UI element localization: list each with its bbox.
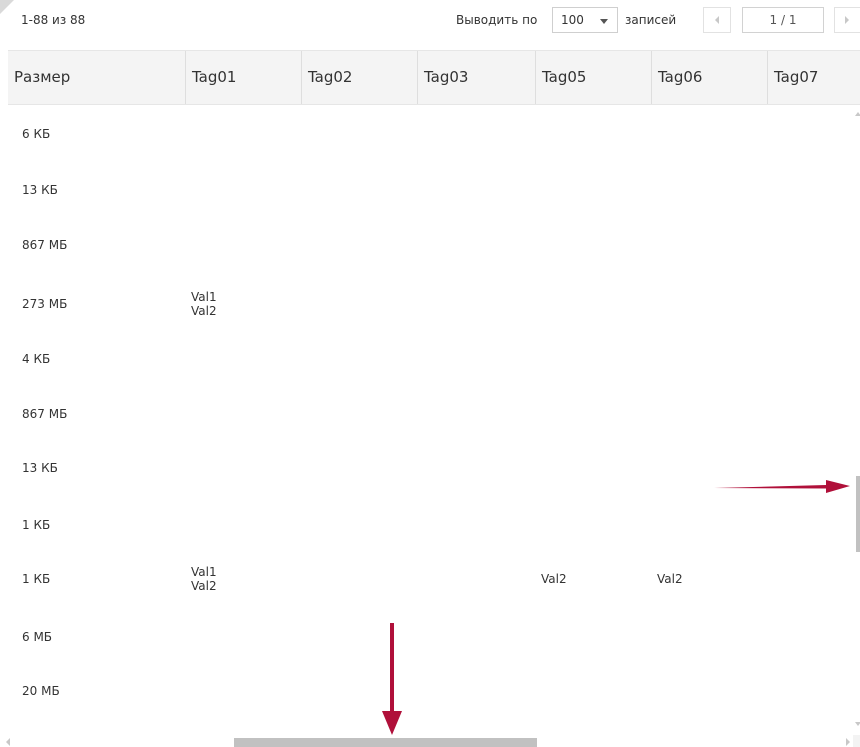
column-header-tag01[interactable]: Tag01 bbox=[186, 51, 302, 104]
chevron-down-icon bbox=[600, 19, 608, 24]
page-number-field[interactable]: 1 / 1 bbox=[742, 7, 824, 33]
scroll-right-arrow-icon[interactable] bbox=[846, 738, 850, 746]
arrow-down-icon bbox=[382, 623, 402, 735]
table-row[interactable]: 1 КБ Val1 Val2 Val2 Val2 bbox=[8, 550, 853, 608]
tag01-cell: Val1 Val2 bbox=[191, 565, 217, 593]
records-label: записей bbox=[625, 13, 677, 27]
table-row[interactable]: 20 МБ bbox=[8, 662, 853, 720]
size-cell: 13 КБ bbox=[22, 461, 58, 475]
scrollbar-corner bbox=[853, 735, 860, 747]
chevron-right-icon bbox=[845, 16, 849, 24]
table-row[interactable]: 13 КБ bbox=[8, 161, 853, 219]
tag05-cell: Val2 bbox=[541, 572, 567, 586]
pager-prev-button[interactable] bbox=[703, 7, 731, 33]
scroll-down-arrow-icon[interactable] bbox=[855, 722, 860, 726]
column-header-tag03[interactable]: Tag03 bbox=[418, 51, 536, 104]
horizontal-scrollbar-thumb[interactable] bbox=[234, 738, 537, 747]
table-row[interactable]: 867 МБ bbox=[8, 216, 853, 274]
scroll-left-arrow-icon[interactable] bbox=[6, 738, 10, 746]
size-cell: 867 МБ bbox=[22, 238, 68, 252]
table-row[interactable]: 867 МБ bbox=[8, 385, 853, 443]
table-row[interactable]: 6 КБ bbox=[8, 105, 853, 163]
scroll-up-arrow-icon[interactable] bbox=[855, 112, 860, 116]
column-header-tag05[interactable]: Tag05 bbox=[536, 51, 652, 104]
tag06-cell: Val2 bbox=[657, 572, 683, 586]
size-cell: 6 КБ bbox=[22, 127, 51, 141]
size-cell: 20 МБ bbox=[22, 684, 60, 698]
size-cell: 6 МБ bbox=[22, 630, 53, 644]
arrow-right-icon bbox=[714, 480, 850, 493]
size-cell: 4 КБ bbox=[22, 352, 51, 366]
size-cell: 1 КБ bbox=[22, 518, 51, 532]
size-cell: 13 КБ bbox=[22, 183, 58, 197]
tag01-cell: Val1 Val2 bbox=[191, 290, 217, 318]
table-row[interactable]: 273 МБ Val1 Val2 bbox=[8, 275, 853, 333]
column-header-size[interactable]: Размер bbox=[8, 51, 186, 104]
column-header-tag02[interactable]: Tag02 bbox=[302, 51, 418, 104]
chevron-left-icon bbox=[715, 16, 719, 24]
column-header-tag06[interactable]: Tag06 bbox=[652, 51, 768, 104]
vertical-scrollbar-thumb[interactable] bbox=[856, 476, 860, 552]
pager-next-button[interactable] bbox=[834, 7, 860, 33]
table-row[interactable]: 1 КБ bbox=[8, 496, 853, 554]
table-row[interactable]: 6 МБ bbox=[8, 608, 853, 666]
column-header-tag07[interactable]: Tag07 bbox=[768, 51, 860, 104]
size-cell: 1 КБ bbox=[22, 572, 51, 586]
per-page-select[interactable]: 100 bbox=[552, 7, 618, 33]
table-row[interactable]: 4 КБ bbox=[8, 330, 853, 388]
grid-toolbar: 1-88 из 88 Выводить по 100 записей 1 / 1 bbox=[0, 0, 860, 42]
per-page-label: Выводить по bbox=[456, 13, 538, 27]
size-cell: 867 МБ bbox=[22, 407, 68, 421]
table-body: 6 КБ 13 КБ 867 МБ 273 МБ Val1 Val2 4 КБ … bbox=[8, 105, 853, 735]
per-page-value: 100 bbox=[561, 13, 584, 27]
record-count: 1-88 из 88 bbox=[21, 13, 86, 27]
table-header: Размер Tag01 Tag02 Tag03 Tag05 Tag06 Tag… bbox=[8, 50, 860, 105]
size-cell: 273 МБ bbox=[22, 297, 68, 311]
